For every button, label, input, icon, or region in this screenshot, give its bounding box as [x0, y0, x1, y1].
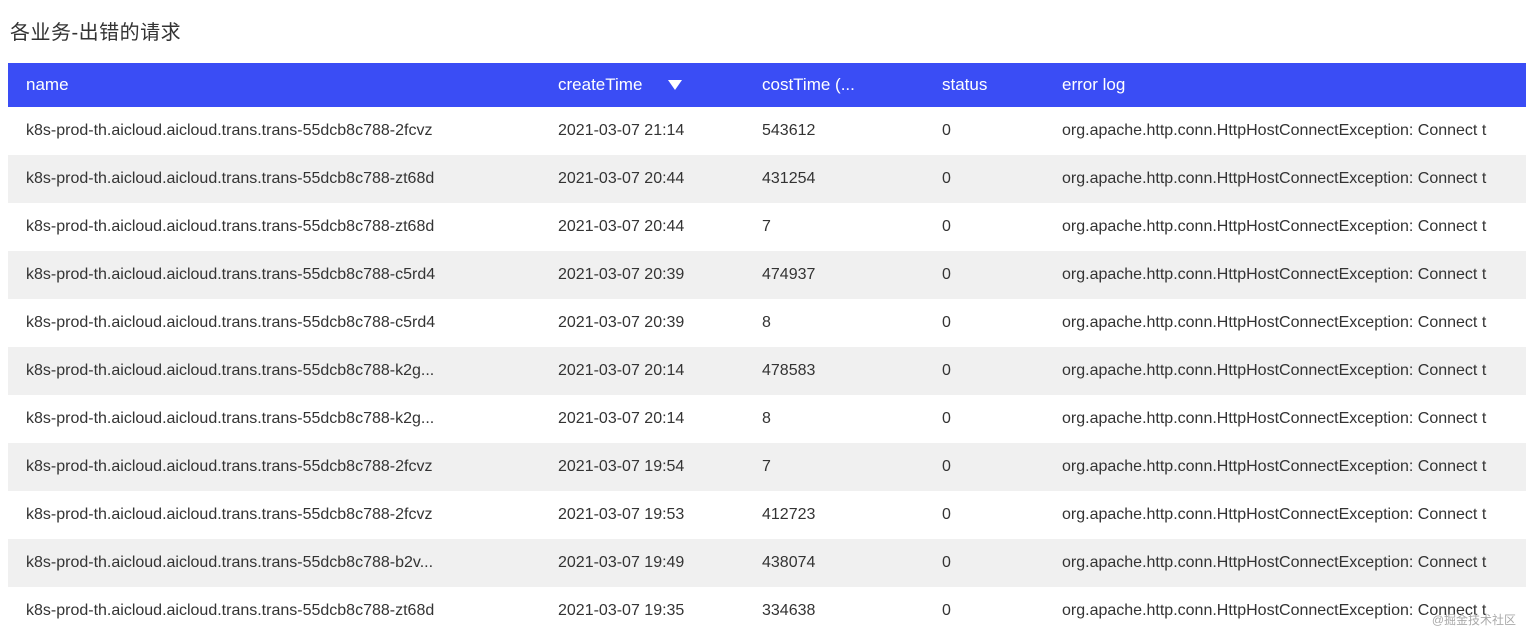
sort-desc-icon: [668, 75, 682, 95]
cell-errorlog: org.apache.http.conn.HttpHostConnectExce…: [1044, 347, 1526, 395]
cell-errorlog: org.apache.http.conn.HttpHostConnectExce…: [1044, 443, 1526, 491]
table-row[interactable]: k8s-prod-th.aicloud.aicloud.trans.trans-…: [8, 203, 1526, 251]
cell-status: 0: [924, 155, 1044, 203]
cell-costTime: 478583: [744, 347, 924, 395]
cell-errorlog: org.apache.http.conn.HttpHostConnectExce…: [1044, 155, 1526, 203]
cell-errorlog: org.apache.http.conn.HttpHostConnectExce…: [1044, 107, 1526, 155]
cell-createTime: 2021-03-07 20:44: [540, 203, 744, 251]
cell-costTime: 543612: [744, 107, 924, 155]
cell-name: k8s-prod-th.aicloud.aicloud.trans.trans-…: [8, 539, 540, 587]
cell-status: 0: [924, 539, 1044, 587]
table-header-row: name createTime costTime (...: [8, 63, 1526, 107]
table-row[interactable]: k8s-prod-th.aicloud.aicloud.trans.trans-…: [8, 107, 1526, 155]
cell-costTime: 7: [744, 443, 924, 491]
column-label: error log: [1062, 75, 1125, 94]
cell-errorlog: org.apache.http.conn.HttpHostConnectExce…: [1044, 491, 1526, 539]
cell-costTime: 8: [744, 395, 924, 443]
cell-status: 0: [924, 491, 1044, 539]
column-header-errorlog[interactable]: error log: [1044, 63, 1526, 107]
table-wrapper: name createTime costTime (...: [8, 63, 1526, 635]
cell-name: k8s-prod-th.aicloud.aicloud.trans.trans-…: [8, 251, 540, 299]
table-row[interactable]: k8s-prod-th.aicloud.aicloud.trans.trans-…: [8, 155, 1526, 203]
cell-costTime: 474937: [744, 251, 924, 299]
table-row[interactable]: k8s-prod-th.aicloud.aicloud.trans.trans-…: [8, 299, 1526, 347]
cell-createTime: 2021-03-07 19:49: [540, 539, 744, 587]
cell-status: 0: [924, 299, 1044, 347]
column-header-name[interactable]: name: [8, 63, 540, 107]
cell-status: 0: [924, 347, 1044, 395]
cell-name: k8s-prod-th.aicloud.aicloud.trans.trans-…: [8, 203, 540, 251]
cell-status: 0: [924, 203, 1044, 251]
cell-name: k8s-prod-th.aicloud.aicloud.trans.trans-…: [8, 587, 540, 635]
cell-createTime: 2021-03-07 20:39: [540, 299, 744, 347]
column-label: status: [942, 75, 987, 94]
cell-createTime: 2021-03-07 20:39: [540, 251, 744, 299]
cell-status: 0: [924, 587, 1044, 635]
cell-costTime: 431254: [744, 155, 924, 203]
column-header-status[interactable]: status: [924, 63, 1044, 107]
cell-name: k8s-prod-th.aicloud.aicloud.trans.trans-…: [8, 491, 540, 539]
cell-name: k8s-prod-th.aicloud.aicloud.trans.trans-…: [8, 347, 540, 395]
cell-errorlog: org.apache.http.conn.HttpHostConnectExce…: [1044, 539, 1526, 587]
cell-costTime: 7: [744, 203, 924, 251]
cell-errorlog: org.apache.http.conn.HttpHostConnectExce…: [1044, 203, 1526, 251]
cell-name: k8s-prod-th.aicloud.aicloud.trans.trans-…: [8, 299, 540, 347]
table-row[interactable]: k8s-prod-th.aicloud.aicloud.trans.trans-…: [8, 491, 1526, 539]
table-row[interactable]: k8s-prod-th.aicloud.aicloud.trans.trans-…: [8, 539, 1526, 587]
table-row[interactable]: k8s-prod-th.aicloud.aicloud.trans.trans-…: [8, 587, 1526, 635]
cell-status: 0: [924, 395, 1044, 443]
column-header-costTime[interactable]: costTime (...: [744, 63, 924, 107]
panel: 各业务-出错的请求 name createTime: [0, 0, 1534, 635]
table-row[interactable]: k8s-prod-th.aicloud.aicloud.trans.trans-…: [8, 443, 1526, 491]
cell-createTime: 2021-03-07 20:14: [540, 347, 744, 395]
cell-costTime: 334638: [744, 587, 924, 635]
cell-createTime: 2021-03-07 19:54: [540, 443, 744, 491]
cell-errorlog: org.apache.http.conn.HttpHostConnectExce…: [1044, 299, 1526, 347]
column-label: name: [26, 75, 69, 94]
cell-createTime: 2021-03-07 19:35: [540, 587, 744, 635]
error-requests-table: name createTime costTime (...: [8, 63, 1526, 635]
cell-createTime: 2021-03-07 20:14: [540, 395, 744, 443]
cell-errorlog: org.apache.http.conn.HttpHostConnectExce…: [1044, 395, 1526, 443]
table-row[interactable]: k8s-prod-th.aicloud.aicloud.trans.trans-…: [8, 251, 1526, 299]
cell-createTime: 2021-03-07 21:14: [540, 107, 744, 155]
cell-name: k8s-prod-th.aicloud.aicloud.trans.trans-…: [8, 443, 540, 491]
cell-errorlog: org.apache.http.conn.HttpHostConnectExce…: [1044, 251, 1526, 299]
table-row[interactable]: k8s-prod-th.aicloud.aicloud.trans.trans-…: [8, 347, 1526, 395]
cell-costTime: 8: [744, 299, 924, 347]
column-label: costTime (...: [762, 75, 855, 94]
watermark: @掘金技术社区: [1432, 611, 1516, 628]
panel-title: 各业务-出错的请求: [10, 16, 1526, 45]
cell-status: 0: [924, 251, 1044, 299]
cell-name: k8s-prod-th.aicloud.aicloud.trans.trans-…: [8, 107, 540, 155]
cell-createTime: 2021-03-07 20:44: [540, 155, 744, 203]
cell-status: 0: [924, 443, 1044, 491]
cell-createTime: 2021-03-07 19:53: [540, 491, 744, 539]
cell-name: k8s-prod-th.aicloud.aicloud.trans.trans-…: [8, 155, 540, 203]
column-header-createTime[interactable]: createTime: [540, 63, 744, 107]
cell-name: k8s-prod-th.aicloud.aicloud.trans.trans-…: [8, 395, 540, 443]
table-row[interactable]: k8s-prod-th.aicloud.aicloud.trans.trans-…: [8, 395, 1526, 443]
column-label: createTime: [558, 75, 642, 95]
cell-costTime: 438074: [744, 539, 924, 587]
cell-costTime: 412723: [744, 491, 924, 539]
cell-status: 0: [924, 107, 1044, 155]
